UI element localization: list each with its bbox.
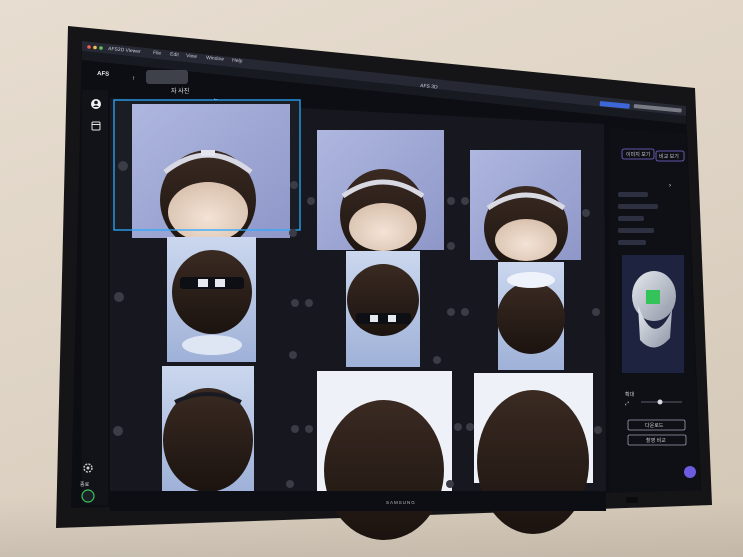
grid-cover-bottom xyxy=(110,491,606,511)
close-dot[interactable] xyxy=(87,45,91,49)
head-top-5 xyxy=(347,264,419,336)
minimize-dot[interactable] xyxy=(93,45,97,50)
blurred-patient-name xyxy=(146,70,188,84)
user-icon[interactable] xyxy=(91,99,101,109)
brand-label: AFS xyxy=(97,71,109,78)
compare-shot-button-label: 촬영 비교 xyxy=(646,437,666,444)
zoom-dot[interactable] xyxy=(99,46,103,50)
menu-edit[interactable]: Edit xyxy=(170,52,180,59)
assistant-button[interactable] xyxy=(684,466,696,478)
head-back-7 xyxy=(163,388,253,492)
zoom-icon: ⤢ xyxy=(625,401,629,407)
tv-screen: AFS3D Viewer File Edit View Window Help … xyxy=(56,26,712,540)
head-front-1 xyxy=(160,150,256,250)
head-front-2 xyxy=(340,169,426,261)
menu-view[interactable]: View xyxy=(186,53,198,60)
zoom-label: 확대 xyxy=(625,391,635,398)
download-button-label: 다운로드 xyxy=(645,422,664,429)
left-sidebar xyxy=(82,90,108,505)
tv-foot xyxy=(626,497,638,503)
head-front-3 xyxy=(484,186,568,270)
head-back-9 xyxy=(477,390,589,534)
tv-brand: SAMSUNG xyxy=(386,500,416,505)
tab-image-view-label: 이미지 보기 xyxy=(626,151,650,158)
up-arrow[interactable]: ↑ xyxy=(132,76,135,82)
menu-file[interactable]: File xyxy=(153,50,162,57)
sidebar-bottom-label: 종료 xyxy=(80,482,90,488)
chevron-right-icon[interactable]: › xyxy=(669,183,671,189)
page-title: 자 사진 xyxy=(171,87,189,95)
tab-compare-view-label: 비교 보기 xyxy=(659,153,679,160)
menu-help[interactable]: Help xyxy=(232,58,243,65)
power-icon[interactable] xyxy=(81,489,95,503)
head-back-8 xyxy=(324,400,444,540)
